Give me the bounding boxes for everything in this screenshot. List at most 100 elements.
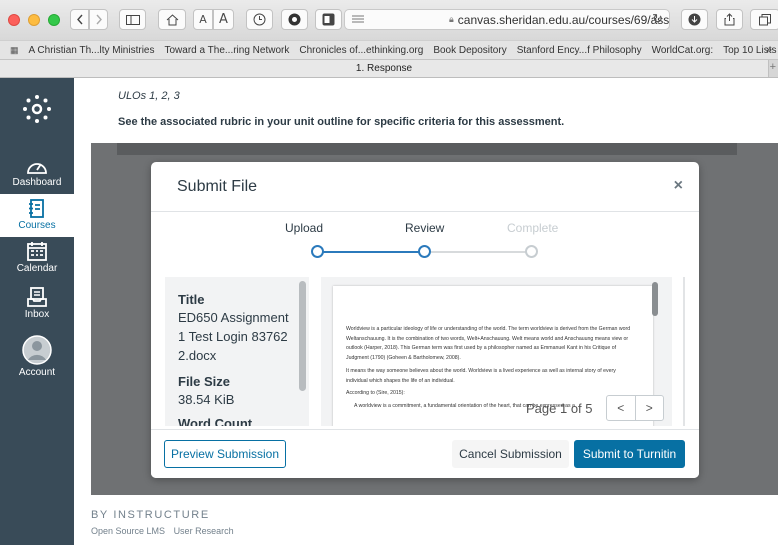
ulos-text: ULOs 1, 2, 3 [118,90,180,102]
bookmarks-bar: ▦ A Christian Th...lty Ministries Toward… [0,40,778,60]
preview-submission-button[interactable]: Preview Submission [164,440,286,468]
inbox-icon [27,287,47,307]
share-icon [724,13,735,26]
modal-title: Submit File [177,178,258,195]
step-progress-line [319,251,425,253]
chevron-right-icon [95,14,102,25]
background-content-strip [117,143,737,155]
canvas-logo-icon[interactable] [22,94,52,124]
nav-item-inbox[interactable]: Inbox [0,287,74,327]
step-remaining-line [425,251,531,253]
bookmark-item[interactable]: Toward a The...ring Network [164,45,289,56]
cancel-submission-button[interactable]: Cancel Submission [452,440,569,468]
tab-response[interactable]: 1. Response [0,60,769,77]
courses-icon [29,199,44,218]
extension-button[interactable] [281,9,308,30]
rubric-note: See the associated rubric in your unit o… [118,116,565,128]
tab-bar: 1. Response + [0,60,778,78]
nav-label: Dashboard [12,177,62,188]
file-info-panel: Title ED650 Assignment 1 Test Login 8376… [165,277,309,426]
step-complete-label: Complete [507,221,559,235]
sidebar-toggle-button[interactable] [119,9,146,30]
clock-icon [253,13,266,26]
step-upload-label: Upload [285,221,324,235]
minimize-window-button[interactable] [28,14,40,26]
file-title-value: ED650 Assignment 1 Test Login 837622.doc… [178,310,289,363]
doc-paragraph: A worldview is a commitment, a fundament… [354,402,575,409]
calendar-icon [27,242,47,261]
url-text: canvas.sheridan.edu.au/courses/69/assign… [457,12,670,27]
footer-link-open-source[interactable]: Open Source LMS [91,526,165,536]
nav-item-account[interactable]: Account [0,335,74,383]
close-window-button[interactable] [8,14,20,26]
nav-label: Calendar [16,263,58,274]
doc-paragraph: According to (Sire, 2015): [346,390,405,397]
document-page: Worldview is a particular ideology of li… [333,286,653,426]
file-size-value: 38.54 KiB [178,392,235,407]
info-scrollbar[interactable] [299,281,306,391]
step-upload-dot [311,245,324,258]
sidebar-icon [125,14,140,25]
font-smaller-button[interactable]: A [193,9,213,30]
reload-icon[interactable]: ↻ [652,11,663,27]
tabs-icon [759,13,771,25]
download-icon [688,13,701,26]
preview-edge [683,277,685,426]
bookmark-item[interactable]: Chronicles of...ethinking.org [299,45,423,56]
new-tab-icon[interactable]: + [770,61,776,73]
document-text: Worldview is a particular ideology of li… [346,325,636,415]
footer-by-instructure: BY INSTRUCTURE [91,509,210,521]
browser-toolbar: A A 🔒︎ canvas.sheridan.edu.au/courses/69… [0,0,778,40]
onenote-icon [322,13,335,26]
nav-item-calendar[interactable]: Calendar [0,241,74,281]
global-navigation: Dashboard Courses Calendar Inbox Account [0,78,74,545]
doc-paragraph: Worldview is a particular ideology of li… [346,326,631,362]
page-indicator: Page 1 of 5 [526,401,593,416]
history-button[interactable] [246,9,273,30]
modal-footer: Preview Submission Cancel Submission Sub… [151,429,699,478]
tabs-overview-button[interactable] [750,9,778,30]
file-title-label: Title [178,292,205,307]
nav-label: Inbox [24,309,50,320]
address-bar[interactable]: 🔒︎ canvas.sheridan.edu.au/courses/69/ass… [344,9,670,30]
word-count-label: Word Count [178,416,253,426]
bookmark-item[interactable]: A Christian Th...lty Ministries [29,45,155,56]
onenote-button[interactable] [315,9,342,30]
chevron-left-icon [76,14,83,25]
bookmark-item[interactable]: Stanford Ency...f Philosophy [517,45,642,56]
back-button[interactable] [70,9,89,30]
zoom-window-button[interactable] [48,14,60,26]
share-button[interactable] [716,9,743,30]
downloads-button[interactable] [681,9,708,30]
file-size-label: File Size [178,374,231,389]
home-button[interactable] [158,9,186,30]
nav-label: Courses [18,220,56,231]
account-icon [22,335,52,365]
page-nav: < > [606,395,664,421]
home-icon [166,13,178,25]
next-page-button[interactable]: > [634,396,664,420]
step-review-label: Review [405,221,445,235]
bookmark-item[interactable]: Book Depository [433,45,506,56]
apps-grid-icon[interactable]: ▦ [10,45,19,56]
footer-links: Open Source LMS User Research [91,526,240,536]
close-icon[interactable]: × [674,178,683,194]
reader-icon [352,15,364,23]
step-complete-dot [525,245,538,258]
nav-item-courses[interactable]: Courses [0,194,74,237]
doc-paragraph: It means the way someone believes about … [346,367,616,384]
submit-file-modal: Submit File × Upload Review Complete Tit… [151,162,699,478]
preview-scrollbar[interactable] [652,282,658,316]
footer-link-user-research[interactable]: User Research [174,526,234,536]
font-larger-button[interactable]: A [213,9,234,30]
nav-item-dashboard[interactable]: Dashboard [0,157,74,197]
prev-page-button[interactable]: < [607,396,635,420]
submit-to-turnitin-button[interactable]: Submit to Turnitin [574,440,685,468]
extension-g-icon [288,13,301,26]
bookmark-item[interactable]: WorldCat.org: [652,45,714,56]
forward-button[interactable] [89,9,108,30]
lock-icon: 🔒︎ [449,14,454,24]
bookmarks-overflow-icon[interactable]: » [766,44,772,56]
modal-header: Submit File × [151,162,699,212]
nav-label: Account [18,367,56,378]
